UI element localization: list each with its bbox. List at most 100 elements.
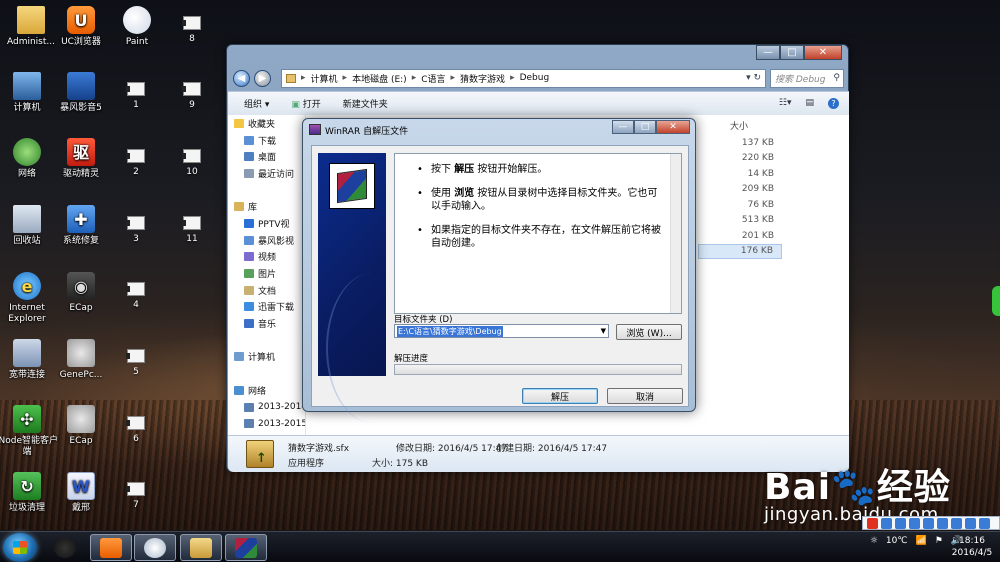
desktop-file-10[interactable]: 10 xyxy=(172,149,212,177)
file-size-cell[interactable]: 201 KB xyxy=(698,228,838,244)
breadcrumb-computer[interactable]: 计算机 xyxy=(311,72,338,85)
winrar-sfx-dialog: WinRAR 自解压文件 — □ ✕ 按下 解压 按钮开始解压。使用 浏览 按钮… xyxy=(302,118,696,423)
desktop-file-4[interactable]: 4 xyxy=(116,282,156,310)
weather-sun-icon[interactable]: ☼ xyxy=(870,536,878,546)
nav-item[interactable]: 下载 xyxy=(228,132,305,149)
computer-icon xyxy=(234,352,244,362)
preview-pane-icon[interactable]: ▤ xyxy=(805,98,814,109)
wifi-icon[interactable]: 📶 xyxy=(915,536,926,546)
desktop-file-11[interactable]: 11 xyxy=(172,216,212,244)
view-options-icon[interactable]: ☷▾ xyxy=(779,98,792,109)
clock[interactable]: 18:16 2016/4/5 xyxy=(948,535,996,559)
tray-flag-icon[interactable]: ⚑ xyxy=(935,536,943,546)
size-column-header[interactable]: 大小 xyxy=(698,115,838,135)
nav-item[interactable]: 迅雷下载 xyxy=(228,299,305,316)
desktop-icon-driver-genius[interactable]: 驱驱动精灵 xyxy=(50,138,112,180)
maximize-button[interactable]: □ xyxy=(780,45,804,60)
desktop-icon-ecap[interactable]: ◉ ECap xyxy=(50,272,112,314)
breadcrumb-debug[interactable]: Debug xyxy=(520,73,550,83)
nav-item[interactable]: 暴风影视 xyxy=(228,232,305,249)
desktop-file-6[interactable]: 6 xyxy=(116,416,156,444)
file-size-cell[interactable]: 137 KB xyxy=(698,135,838,151)
ime-skin-icon[interactable] xyxy=(937,517,948,529)
desktop-icon-ecap-2[interactable]: ECap xyxy=(50,405,112,447)
desktop-file-3[interactable]: 3 xyxy=(116,216,156,244)
breadcrumb-drive[interactable]: 本地磁盘 (E:) xyxy=(352,72,407,85)
desktop-file-5[interactable]: 5 xyxy=(116,349,156,377)
extract-button[interactable]: 解压 xyxy=(522,388,598,404)
ime-keyboard-icon[interactable] xyxy=(923,517,934,529)
nav-item[interactable]: PPTV视 xyxy=(228,215,305,232)
ime-tools-icon[interactable] xyxy=(979,517,990,529)
file-size-cell[interactable]: 176 KB xyxy=(698,243,782,259)
dialog-maximize-button[interactable]: □ xyxy=(634,120,656,134)
file-size-cell[interactable]: 209 KB xyxy=(698,182,838,198)
breadcrumb-c-language[interactable]: C语言 xyxy=(421,72,445,85)
open-button[interactable]: ▣ 打开 xyxy=(291,97,320,110)
user-folder-icon xyxy=(17,6,45,34)
ime-punct-icon[interactable] xyxy=(895,517,906,529)
desktop-icon-baofeng[interactable]: 暴风影音5 xyxy=(50,72,112,114)
taskbar-winrar[interactable] xyxy=(225,534,267,561)
start-button[interactable] xyxy=(3,533,37,562)
ime-shirt-icon[interactable] xyxy=(965,517,976,529)
chevron-down-icon[interactable]: ▼ xyxy=(601,327,608,335)
side-widget[interactable] xyxy=(992,286,1000,316)
taskbar-explorer[interactable] xyxy=(180,534,222,561)
taskbar-paint[interactable] xyxy=(134,534,176,561)
file-size-cell[interactable]: 513 KB xyxy=(698,213,838,229)
ime-toolbar[interactable] xyxy=(862,516,1000,530)
file-size-cell[interactable]: 76 KB xyxy=(698,197,838,213)
organize-button[interactable]: 组织 ▾ xyxy=(244,97,269,110)
nav-item[interactable]: 收藏夹 xyxy=(228,115,305,132)
network-icon xyxy=(13,138,41,166)
ime-user-icon[interactable] xyxy=(951,517,962,529)
nav-item[interactable]: 计算机 xyxy=(228,349,305,366)
search-input[interactable]: 搜索 Debug ⚲ xyxy=(770,68,844,88)
taskbar-qq[interactable] xyxy=(44,534,86,561)
browse-button[interactable]: 浏览 (W)... xyxy=(616,324,682,340)
back-button[interactable]: ◀ xyxy=(233,69,250,87)
nav-item[interactable]: 音乐 xyxy=(228,315,305,332)
address-bar[interactable]: ▸ 计算机 ▸ 本地磁盘 (E:) ▸ C语言 ▸ 猜数字游戏 ▸ Debug … xyxy=(281,68,766,88)
nav-item[interactable]: 最近访问 xyxy=(228,165,305,182)
file-size-cell[interactable]: 220 KB xyxy=(698,151,838,167)
desktop-icon-system-repair[interactable]: ✚ 系统修复 xyxy=(50,205,112,247)
desktop-file-8[interactable]: 8 xyxy=(172,16,212,44)
nav-item[interactable]: 网络 xyxy=(228,382,305,399)
taskbar-uc-browser[interactable] xyxy=(90,534,132,561)
new-folder-button[interactable]: 新建文件夹 xyxy=(343,97,388,110)
desktop-icon-paint[interactable]: Paint xyxy=(106,6,168,48)
sogou-icon[interactable] xyxy=(867,517,878,529)
help-icon[interactable]: ? xyxy=(828,98,839,109)
file-size-cell[interactable]: 14 KB xyxy=(698,166,838,182)
nav-item[interactable]: 文档 xyxy=(228,282,305,299)
temperature[interactable]: 10℃ xyxy=(886,536,908,546)
nav-item[interactable]: 视频 xyxy=(228,249,305,266)
instructions-scrollbar[interactable] xyxy=(670,154,681,313)
paw-icon: 🐾 xyxy=(831,467,877,508)
desktop-file-7[interactable]: 7 xyxy=(116,482,156,510)
minimize-button[interactable]: — xyxy=(756,45,780,60)
dest-folder-field[interactable]: E:\C语言\猜数字游戏\Debug ▼ xyxy=(394,324,609,338)
nav-item[interactable]: 图片 xyxy=(228,265,305,282)
desktop-file-1[interactable]: 1 xyxy=(116,82,156,110)
dialog-minimize-button[interactable]: — xyxy=(612,120,634,134)
nav-item[interactable]: 库 xyxy=(228,198,305,215)
nav-item[interactable]: 桌面 xyxy=(228,148,305,165)
close-button[interactable]: ✕ xyxy=(804,45,842,60)
desktop-icon-uc-browser[interactable]: U UC浏览器 xyxy=(50,6,112,48)
desktop-file-9[interactable]: 9 xyxy=(172,82,212,110)
dialog-close-button[interactable]: ✕ xyxy=(656,120,690,134)
desktop-file-2[interactable]: 2 xyxy=(116,149,156,177)
nav-item[interactable]: 2013-20150721 xyxy=(228,415,305,432)
forward-button[interactable]: ▶ xyxy=(254,69,271,87)
refresh-icon[interactable]: ▾ ↻ xyxy=(746,73,761,83)
nav-item[interactable]: 2013-20141108 xyxy=(228,399,305,416)
ime-mode-icon[interactable] xyxy=(881,517,892,529)
desktop-icon-word-doc[interactable]: W 戴邢 xyxy=(50,472,112,514)
cancel-button[interactable]: 取消 xyxy=(607,388,683,404)
ime-voice-icon[interactable] xyxy=(909,517,920,529)
desktop-icon-genepc[interactable]: GenePc... xyxy=(50,339,112,381)
breadcrumb-game[interactable]: 猜数字游戏 xyxy=(460,72,505,85)
